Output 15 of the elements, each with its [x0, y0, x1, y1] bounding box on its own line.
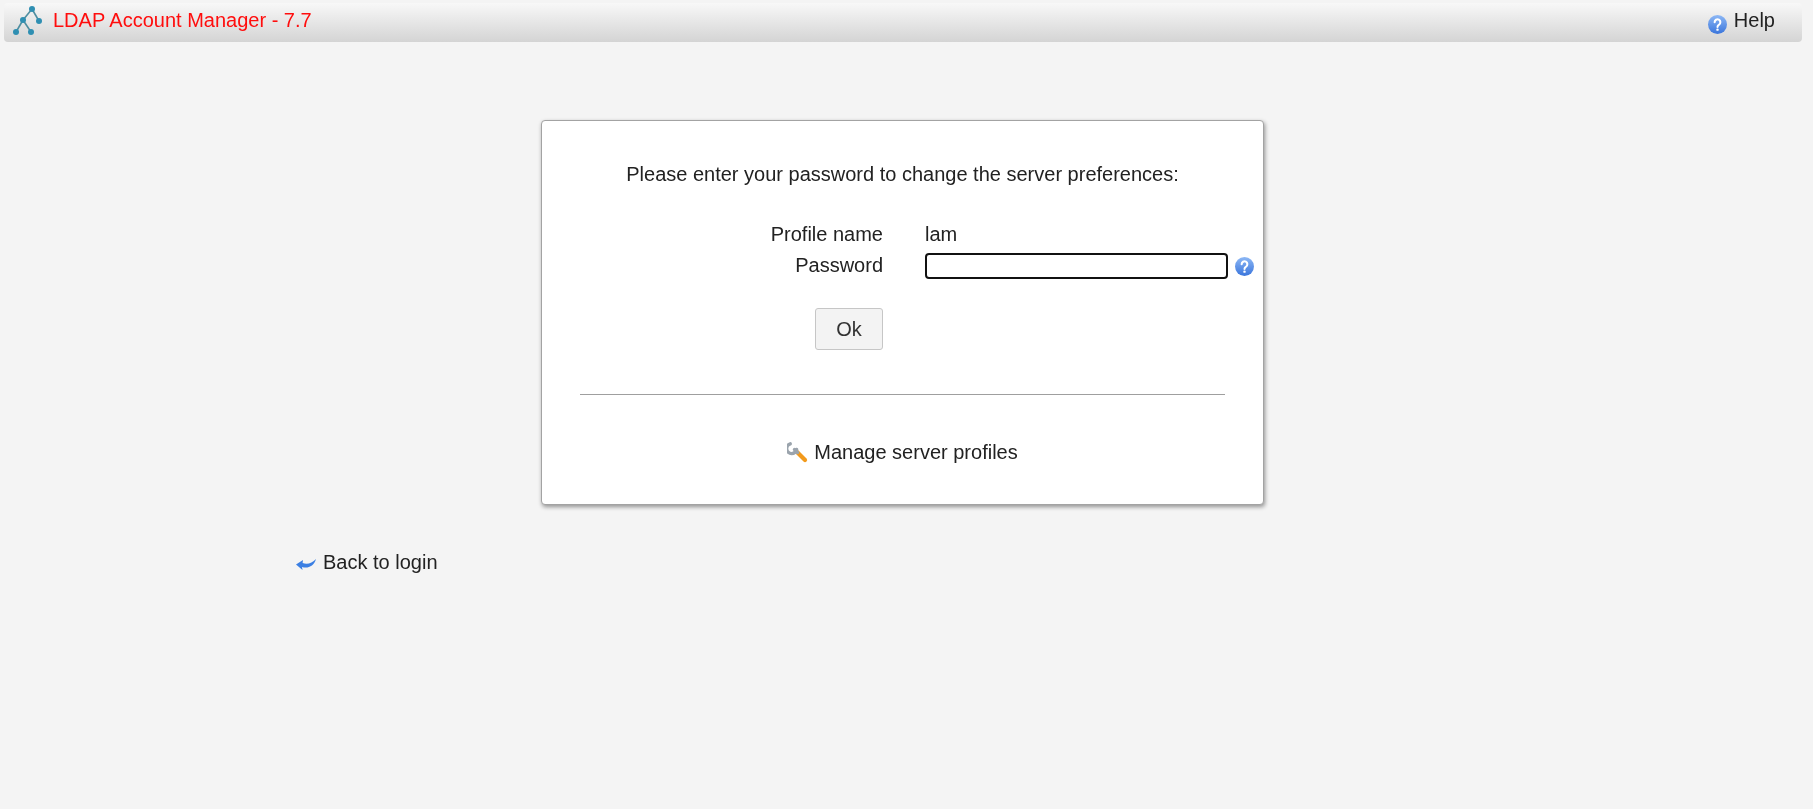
back-arrow-icon — [296, 556, 316, 570]
back-to-login-link[interactable]: Back to login — [296, 550, 438, 574]
field-label: Profile name — [769, 222, 883, 246]
help-icon — [1707, 15, 1727, 34]
field-value: lam — [925, 222, 958, 246]
manage-profiles-link[interactable]: Manage server profiles — [787, 440, 1018, 464]
field-label: Password — [794, 252, 883, 277]
ok-button[interactable]: Ok — [815, 308, 883, 350]
intro-text: Please enter your password to change the server preferences: — [626, 162, 1179, 186]
app-title: LDAP Account Manager - 7.7 — [53, 8, 312, 32]
tree-logo-icon — [13, 6, 42, 35]
help-icon[interactable] — [1235, 256, 1254, 276]
help-link[interactable]: Help — [1707, 8, 1775, 34]
password-field[interactable] — [925, 253, 1228, 279]
wrench-icon — [787, 441, 809, 463]
